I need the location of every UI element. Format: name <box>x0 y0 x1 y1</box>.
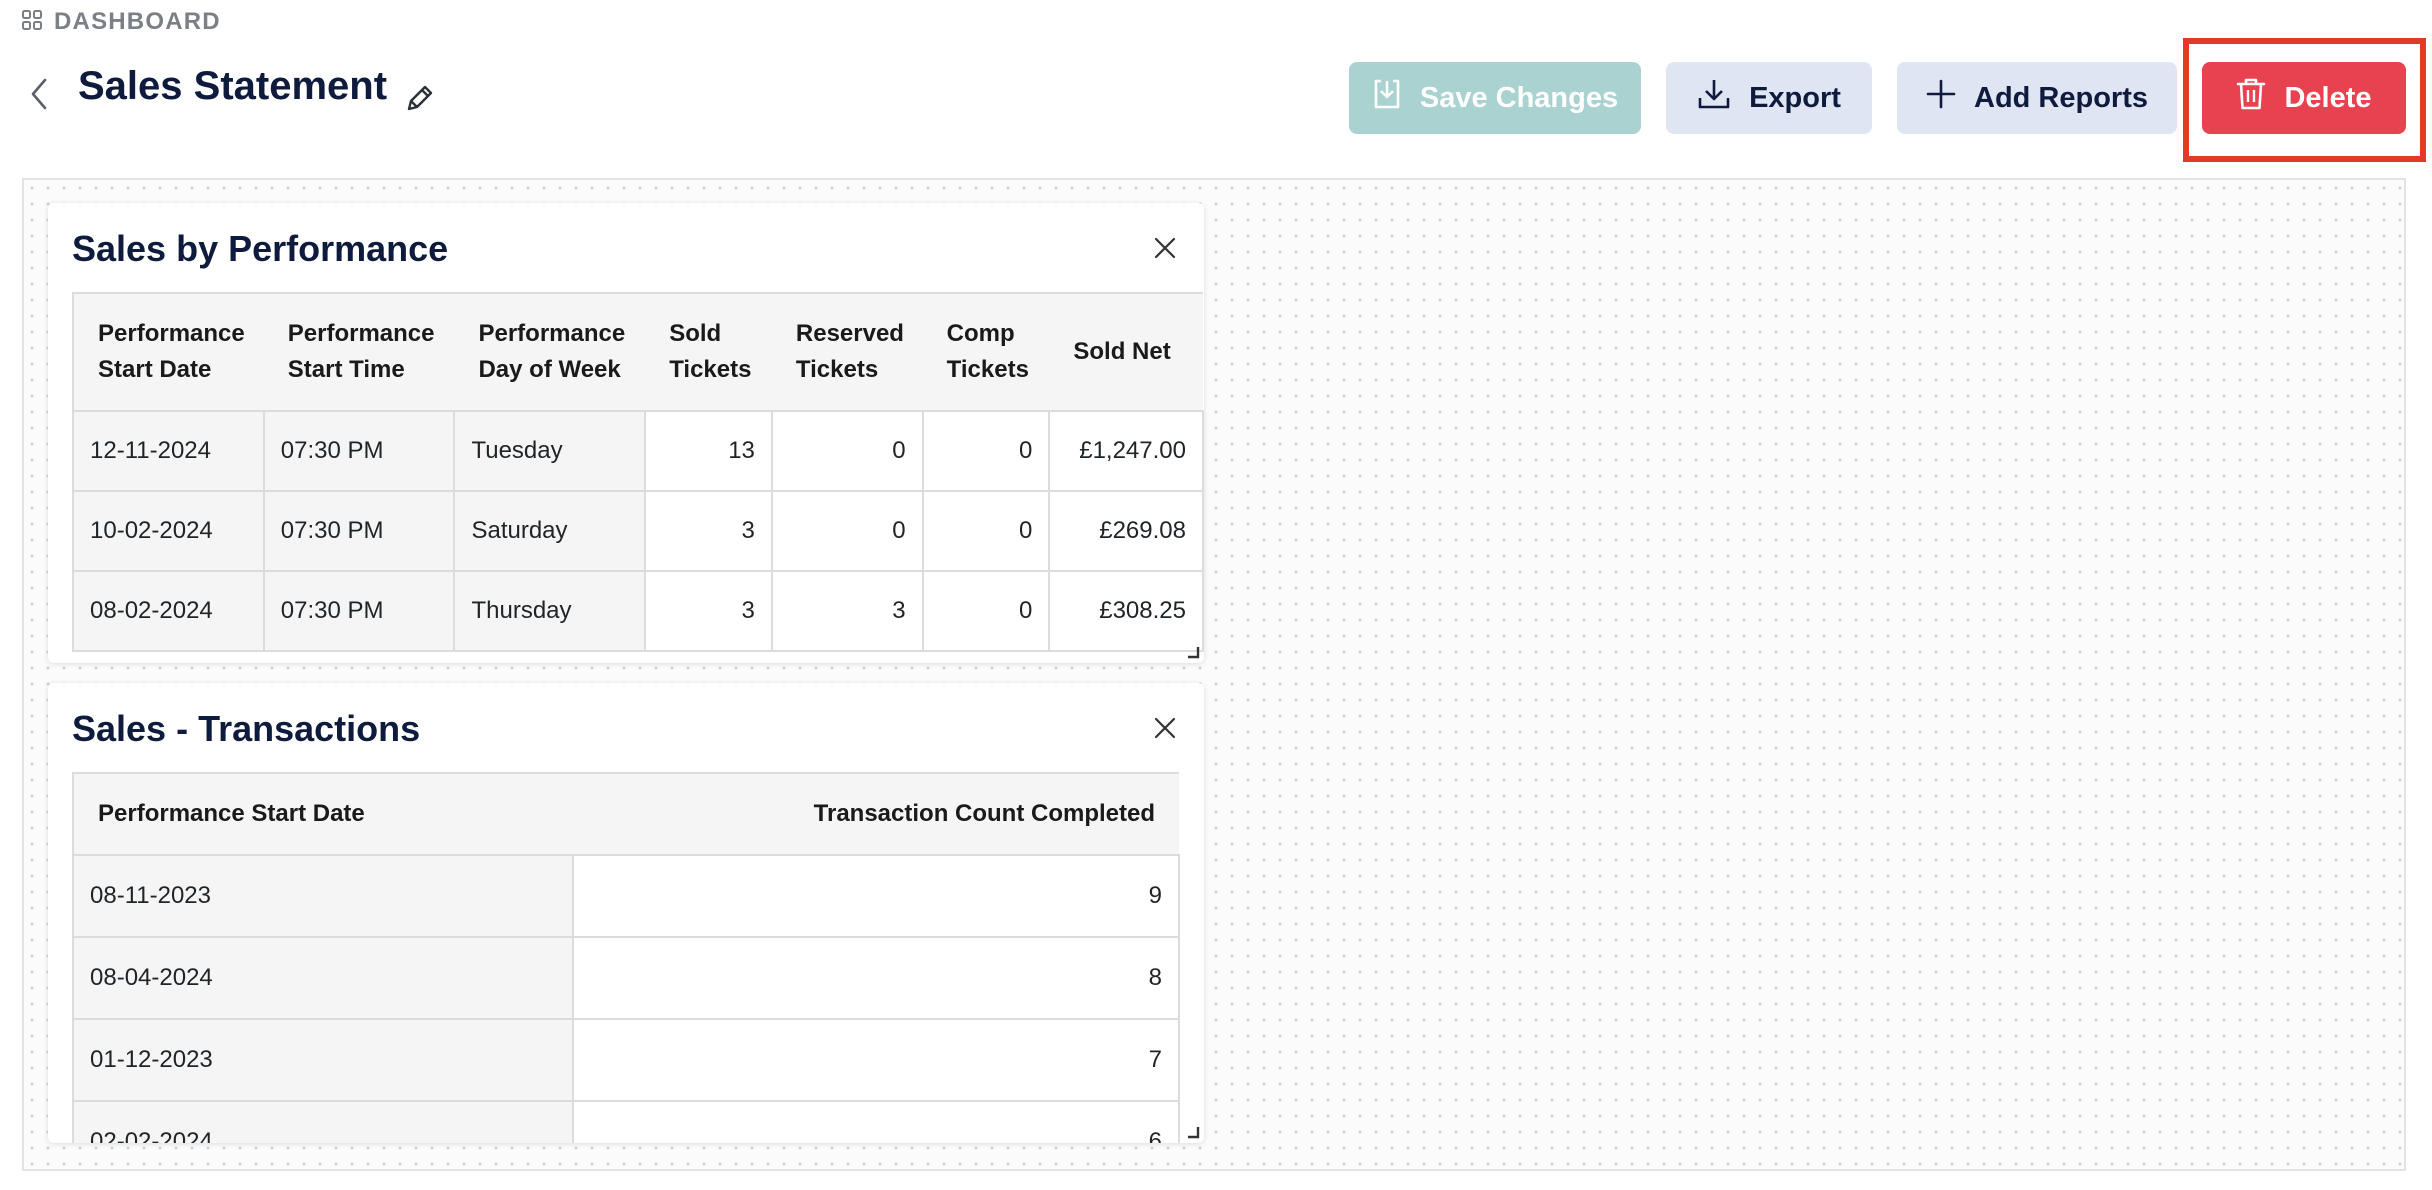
close-widget-button[interactable] <box>1148 713 1182 747</box>
column-header[interactable]: Performance Day of Week <box>454 292 646 412</box>
add-reports-label: Add Reports <box>1974 81 2148 114</box>
close-widget-button[interactable] <box>1148 233 1182 267</box>
save-changes-label: Save Changes <box>1419 81 1619 114</box>
delete-button-highlight <box>2183 38 2426 162</box>
table-header-row: Performance Start Date Performance Start… <box>72 292 1203 412</box>
table-cell: 9 <box>572 854 1180 938</box>
table-cell: 0 <box>921 570 1051 652</box>
table-cell: £308.25 <box>1048 570 1204 652</box>
table-cell: 3 <box>644 570 773 652</box>
sales-by-performance-table: Performance Start Date Performance Start… <box>72 292 1204 652</box>
table-cell: 13 <box>644 410 773 492</box>
table-cell: 08-04-2024 <box>72 936 574 1020</box>
plus-icon <box>1926 79 1956 117</box>
table-cell: 7 <box>572 1018 1180 1102</box>
table-cell: 0 <box>770 490 924 572</box>
table-cell: £269.08 <box>1048 490 1204 572</box>
table-row: 08-11-2023 9 <box>72 854 1180 938</box>
close-icon <box>1154 717 1176 744</box>
column-header[interactable]: Reserved Tickets <box>771 292 923 412</box>
column-header[interactable]: Comp Tickets <box>922 292 1050 412</box>
table-row: 12-11-2024 07:30 PM Tuesday 13 0 0 £1,24… <box>72 410 1204 492</box>
table-cell: 3 <box>644 490 773 572</box>
download-icon <box>1697 78 1731 118</box>
table-scroll-area[interactable]: Performance Start Date Transaction Count… <box>72 772 1180 1143</box>
pencil-icon <box>403 81 437 120</box>
close-icon <box>1154 237 1176 264</box>
table-header-row: Performance Start Date Transaction Count… <box>72 772 1179 856</box>
resize-handle-icon[interactable] <box>1186 1125 1200 1139</box>
table-cell: 02-02-2024 <box>72 1100 574 1143</box>
column-header[interactable]: Sold Tickets <box>645 292 772 412</box>
table-row: 01-12-2023 7 <box>72 1018 1180 1102</box>
sales-transactions-table: Performance Start Date Transaction Count… <box>72 772 1180 1143</box>
table-cell: 0 <box>770 410 924 492</box>
grid-icon <box>22 9 42 35</box>
table-cell: £1,247.00 <box>1048 410 1204 492</box>
widget-sales-transactions: Sales - Transactions Performance Start D… <box>48 683 1204 1143</box>
table-row: 02-02-2024 6 <box>72 1100 1180 1143</box>
breadcrumb-label: DASHBOARD <box>54 8 221 35</box>
table-cell: 01-12-2023 <box>72 1018 574 1102</box>
widget-title: Sales by Performance <box>72 228 449 269</box>
table-cell: Thursday <box>453 570 647 652</box>
table-cell: 3 <box>770 570 924 652</box>
table-scroll-area[interactable]: Performance Start Date Performance Start… <box>72 292 1204 663</box>
chevron-left-icon <box>29 77 49 116</box>
table-row: 08-04-2024 8 <box>72 936 1180 1020</box>
table-cell: 12-11-2024 <box>72 410 265 492</box>
page-header: Sales Statement Save Changes Export Add … <box>0 60 2432 136</box>
table-cell: Saturday <box>453 490 647 572</box>
back-button[interactable] <box>24 76 54 116</box>
save-download-icon <box>1372 78 1402 118</box>
export-label: Export <box>1749 81 1841 114</box>
resize-handle-icon[interactable] <box>1186 645 1200 659</box>
add-reports-button[interactable]: Add Reports <box>1897 62 2177 134</box>
table-cell: 08-11-2023 <box>72 854 574 938</box>
table-cell: 0 <box>921 490 1051 572</box>
table-cell: 10-02-2024 <box>72 490 265 572</box>
widget-title: Sales - Transactions <box>72 708 421 749</box>
column-header[interactable]: Performance Start Time <box>263 292 455 412</box>
column-header[interactable]: Sold Net <box>1049 292 1203 412</box>
table-cell: 07:30 PM <box>262 490 456 572</box>
page-title: Sales Statement <box>78 64 388 108</box>
column-header[interactable]: Performance Start Date <box>72 772 573 856</box>
export-button[interactable]: Export <box>1666 62 1872 134</box>
table-cell: 6 <box>572 1100 1180 1143</box>
table-cell: 0 <box>921 410 1051 492</box>
table-cell: 07:30 PM <box>262 410 456 492</box>
table-cell: 08-02-2024 <box>72 570 265 652</box>
column-header[interactable]: Performance Start Date <box>72 292 264 412</box>
save-changes-button[interactable]: Save Changes <box>1349 62 1641 134</box>
breadcrumb[interactable]: DASHBOARD <box>22 8 221 36</box>
table-cell: 8 <box>572 936 1180 1020</box>
widget-sales-by-performance: Sales by Performance Performance Start D… <box>48 203 1204 663</box>
column-header[interactable]: Transaction Count Completed <box>573 772 1179 856</box>
table-row: 08-02-2024 07:30 PM Thursday 3 3 0 £308.… <box>72 570 1204 652</box>
table-cell: Tuesday <box>453 410 647 492</box>
edit-title-button[interactable] <box>400 80 440 120</box>
table-cell: 07:30 PM <box>262 570 456 652</box>
table-row: 10-02-2024 07:30 PM Saturday 3 0 0 £269.… <box>72 490 1204 572</box>
